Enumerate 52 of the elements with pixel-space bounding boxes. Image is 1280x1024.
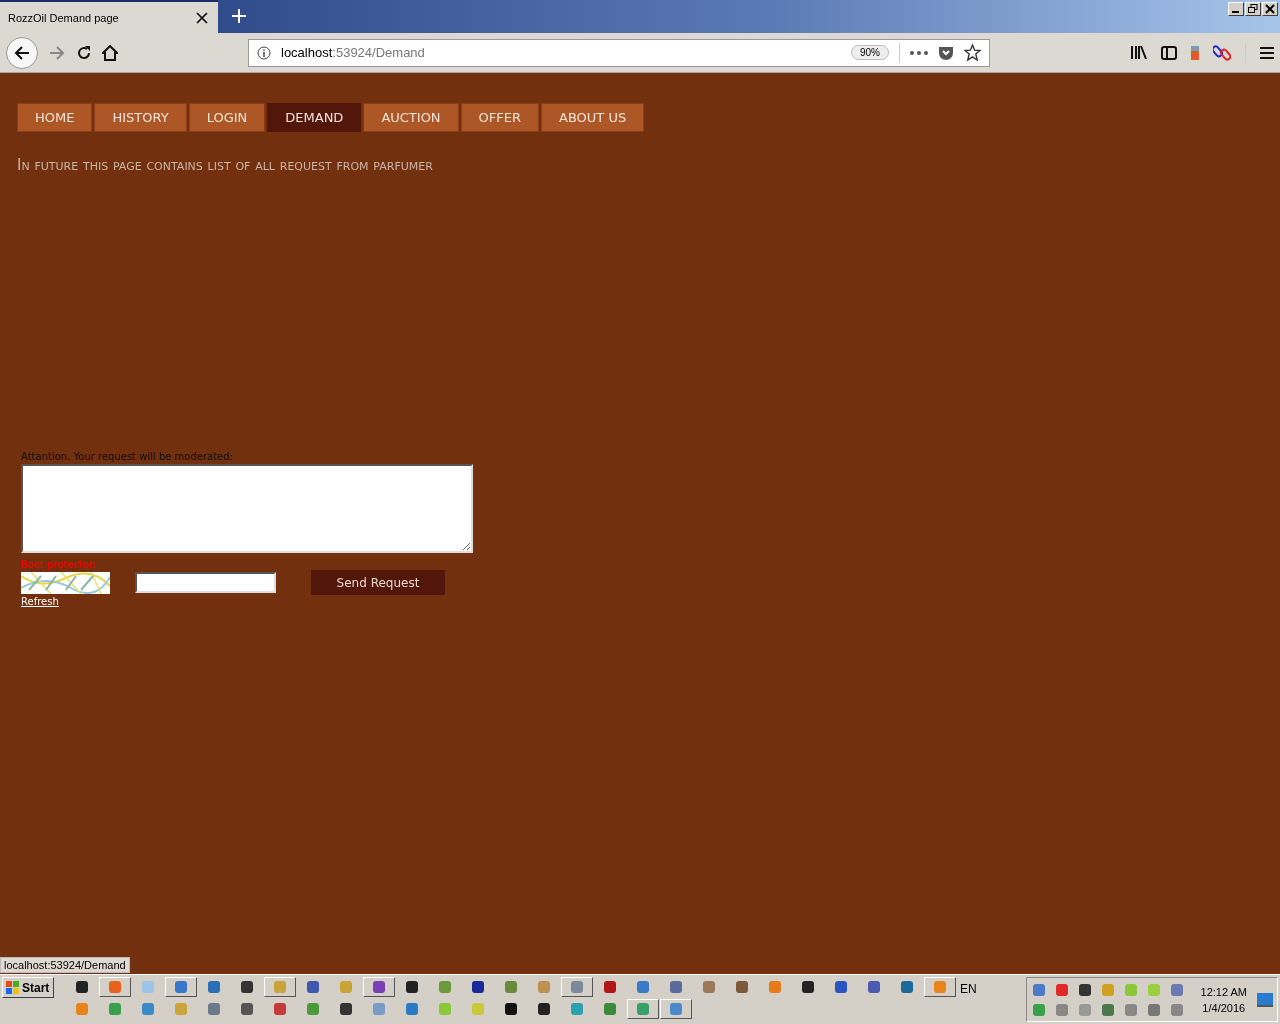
star-icon[interactable] <box>964 44 981 61</box>
nav-tab[interactable]: HOME <box>17 103 93 132</box>
captcha-field[interactable] <box>135 572 276 593</box>
nav-tab[interactable]: ABOUT US <box>541 103 645 132</box>
app-icon[interactable] <box>264 977 296 997</box>
menu-icon[interactable] <box>1260 46 1274 59</box>
send-request-button[interactable]: Send Request <box>311 570 445 595</box>
minimize-icon[interactable] <box>1228 2 1244 16</box>
close-icon[interactable] <box>196 11 208 24</box>
url-field[interactable]: localhost:53924/Demand 90% <box>248 38 990 67</box>
back-arrow-icon <box>13 43 31 62</box>
nav-tab[interactable]: LOGIN <box>188 103 266 132</box>
refresh-link[interactable]: Refresh <box>21 596 59 607</box>
forward-icon[interactable] <box>48 43 66 62</box>
nav-tab[interactable]: DEMAND <box>267 103 362 132</box>
back-button[interactable] <box>6 36 38 69</box>
nav-tab[interactable]: OFFER <box>460 103 540 132</box>
captcha-label: Boot protector: <box>21 559 98 570</box>
browser-tab[interactable]: RozzOil Demand page <box>0 0 218 33</box>
status-url: localhost:53924/Demand <box>0 957 130 973</box>
desktop-icon[interactable] <box>1257 992 1273 1007</box>
more-icon[interactable] <box>910 50 928 55</box>
windows-logo-icon <box>6 980 20 995</box>
app-icon[interactable] <box>99 977 131 997</box>
restore-icon[interactable] <box>1245 2 1261 16</box>
info-icon[interactable] <box>257 45 271 60</box>
link-icon[interactable] <box>1213 43 1231 62</box>
language-indicator[interactable]: EN <box>960 982 977 996</box>
tray-icon[interactable] <box>1076 981 1093 998</box>
sidebar-icon[interactable] <box>1161 45 1177 60</box>
nav-tab[interactable]: AUCTION <box>363 103 459 132</box>
app-icon[interactable] <box>660 999 692 1019</box>
clock-time: 12:12 AM <box>1200 985 1247 998</box>
start-button[interactable]: Start <box>2 977 54 998</box>
zoom-level[interactable]: 90% <box>851 45 889 60</box>
nav-tab[interactable]: HISTORY <box>94 103 187 132</box>
tab-title: RozzOil Demand page <box>8 11 119 24</box>
new-tab-icon[interactable] <box>232 9 246 23</box>
attention-note: Attantion. Your request will be moderated: <box>21 451 234 462</box>
home-icon[interactable] <box>102 44 118 61</box>
app-icon[interactable] <box>165 977 197 997</box>
pocket-icon[interactable] <box>938 44 954 61</box>
request-field[interactable] <box>21 464 473 553</box>
app-icon[interactable] <box>561 977 593 997</box>
app-icon[interactable] <box>627 999 659 1019</box>
clock-date: 1/4/2016 <box>1202 1001 1246 1014</box>
reload-icon[interactable] <box>76 44 92 61</box>
extension-icon[interactable] <box>1191 45 1199 60</box>
library-icon[interactable] <box>1130 45 1147 60</box>
app-icon[interactable] <box>363 977 395 997</box>
page-heading: In future this page contains list of all request from parfumer <box>17 156 434 174</box>
app-icon[interactable] <box>924 977 956 997</box>
